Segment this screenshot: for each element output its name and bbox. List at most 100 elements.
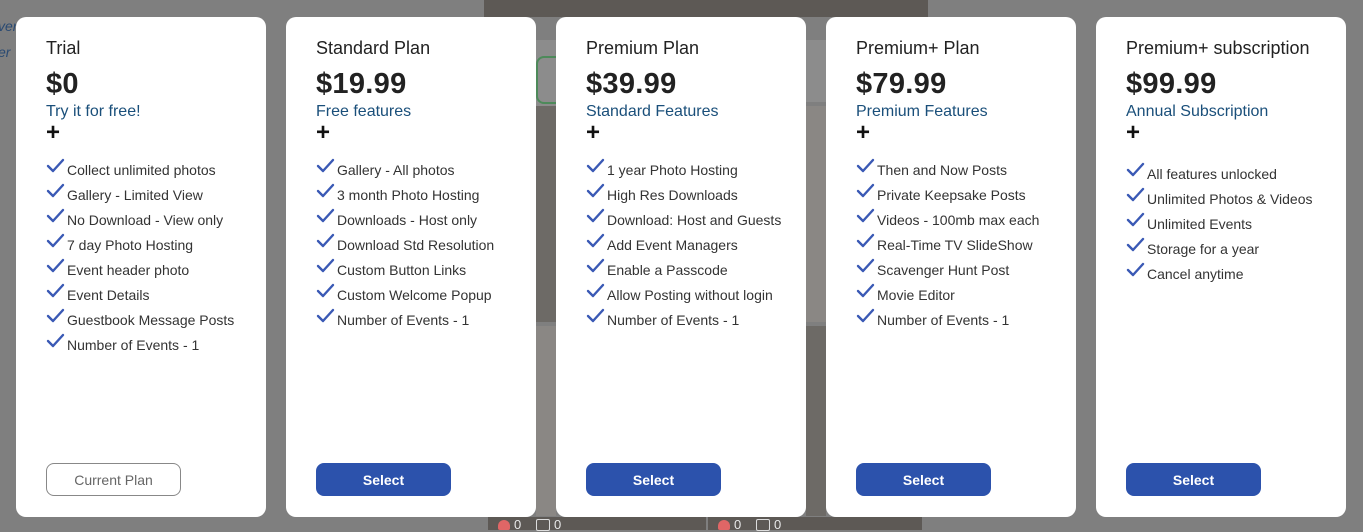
feature-item: Storage for a year [1126, 237, 1346, 259]
checkmark-icon [856, 183, 875, 198]
select-premium-plus-button[interactable]: Select [856, 463, 991, 496]
feature-text: Guestbook Message Posts [67, 312, 235, 328]
select-standard-button[interactable]: Select [316, 463, 451, 496]
feature-text: 7 day Photo Hosting [67, 237, 194, 253]
checkmark-icon [46, 258, 65, 273]
plus-icon: + [46, 119, 61, 146]
plan-subtitle: Premium Features [856, 103, 988, 120]
plan-subtitle: Try it for free! [46, 103, 141, 120]
feature-text: Download: Host and Guests [607, 212, 782, 228]
plan-card-premium: Premium Plan $39.99 Standard Features + … [556, 17, 806, 517]
background-photo [536, 106, 556, 322]
feature-item: Downloads - Host only [316, 208, 536, 230]
feature-item: All features unlocked [1126, 162, 1346, 184]
feature-item: Gallery - All photos [316, 158, 536, 180]
feature-list: All features unlocked Unlimited Photos & … [1126, 162, 1346, 284]
feature-item: 7 day Photo Hosting [46, 233, 266, 255]
checkmark-icon [586, 258, 605, 273]
select-subscription-button[interactable]: Select [1126, 463, 1261, 496]
feature-item: Number of Events - 1 [316, 308, 536, 330]
feature-text: Storage for a year [1147, 241, 1260, 257]
checkmark-icon [46, 233, 65, 248]
feature-item: Private Keepsake Posts [856, 183, 1076, 205]
background-left-text: ver er [0, 0, 16, 530]
feature-text: Number of Events - 1 [877, 312, 1010, 328]
background-text: ver [0, 18, 16, 34]
checkmark-icon [1126, 162, 1145, 177]
feature-item: Event header photo [46, 258, 266, 280]
checkmark-icon [586, 308, 605, 323]
plan-name: Premium+ Plan [856, 38, 980, 58]
background-photo [484, 0, 928, 17]
checkmark-icon [856, 233, 875, 248]
heart-icon [498, 519, 510, 530]
feature-text: 1 year Photo Hosting [607, 162, 738, 178]
feature-text: Cancel anytime [1147, 266, 1244, 282]
feature-item: Then and Now Posts [856, 158, 1076, 180]
checkmark-icon [46, 208, 65, 223]
feature-text: Scavenger Hunt Post [877, 262, 1010, 278]
checkmark-icon [856, 158, 875, 173]
feature-text: Add Event Managers [607, 237, 738, 253]
checkmark-icon [856, 258, 875, 273]
feature-item: Download Std Resolution [316, 233, 536, 255]
checkmark-icon [586, 208, 605, 223]
feature-text: High Res Downloads [607, 187, 738, 203]
feature-item: Videos - 100mb max each [856, 208, 1076, 230]
feature-text: Number of Events - 1 [67, 337, 200, 353]
comment-icon [756, 518, 770, 531]
feature-item: High Res Downloads [586, 183, 806, 205]
comment-icon [536, 518, 550, 531]
background-logo [536, 56, 558, 104]
feature-text: Videos - 100mb max each [877, 212, 1040, 228]
checkmark-icon [1126, 212, 1145, 227]
feature-text: 3 month Photo Hosting [337, 187, 480, 203]
feature-text: Unlimited Events [1147, 216, 1253, 232]
feature-text: Enable a Passcode [607, 262, 728, 278]
background-text: er [0, 44, 11, 60]
checkmark-icon [316, 308, 335, 323]
plan-card-trial: Trial $0 Try it for free! + Collect unli… [16, 17, 266, 517]
feature-item: 1 year Photo Hosting [586, 158, 806, 180]
feature-text: Unlimited Photos & Videos [1147, 191, 1313, 207]
feature-text: Collect unlimited photos [67, 162, 216, 178]
plan-name: Standard Plan [316, 38, 431, 58]
checkmark-icon [316, 183, 335, 198]
plan-subtitle: Annual Subscription [1126, 103, 1269, 120]
plan-name: Premium Plan [586, 38, 700, 58]
feature-text: Download Std Resolution [337, 237, 495, 253]
plan-price: $79.99 [856, 68, 947, 100]
feature-item: Event Details [46, 283, 266, 305]
feature-item: Collect unlimited photos [46, 158, 266, 180]
plus-icon: + [586, 119, 601, 146]
feature-item: Allow Posting without login [586, 283, 806, 305]
feature-item: Cancel anytime [1126, 262, 1346, 284]
feature-item: Download: Host and Guests [586, 208, 806, 230]
feature-list: Collect unlimited photos Gallery - Limite… [46, 158, 266, 355]
plan-price: $19.99 [316, 68, 407, 100]
plan-price: $39.99 [586, 68, 677, 100]
select-premium-button[interactable]: Select [586, 463, 721, 496]
feature-list: 1 year Photo Hosting High Res Downloads Do… [586, 158, 806, 330]
feature-text: Number of Events - 1 [607, 312, 740, 328]
plan-subtitle: Standard Features [586, 103, 719, 120]
feature-text: Event Details [67, 287, 150, 303]
background-photo [536, 326, 556, 516]
feature-item: Guestbook Message Posts [46, 308, 266, 330]
checkmark-icon [316, 258, 335, 273]
feature-text: Gallery - All photos [337, 162, 455, 178]
feature-item: Number of Events - 1 [46, 333, 266, 355]
feature-item: Gallery - Limited View [46, 183, 266, 205]
feature-text: Gallery - Limited View [67, 187, 203, 203]
feature-item: Unlimited Photos & Videos [1126, 187, 1346, 209]
checkmark-icon [856, 308, 875, 323]
checkmark-icon [316, 283, 335, 298]
feature-text: Event header photo [67, 262, 190, 278]
current-plan-button[interactable]: Current Plan [46, 463, 181, 496]
checkmark-icon [1126, 262, 1145, 277]
background-panel [806, 40, 826, 102]
checkmark-icon [316, 233, 335, 248]
feature-item: Real-Time TV SlideShow [856, 233, 1076, 255]
feature-text: Downloads - Host only [337, 212, 478, 228]
feature-text: Custom Welcome Popup [337, 287, 492, 303]
